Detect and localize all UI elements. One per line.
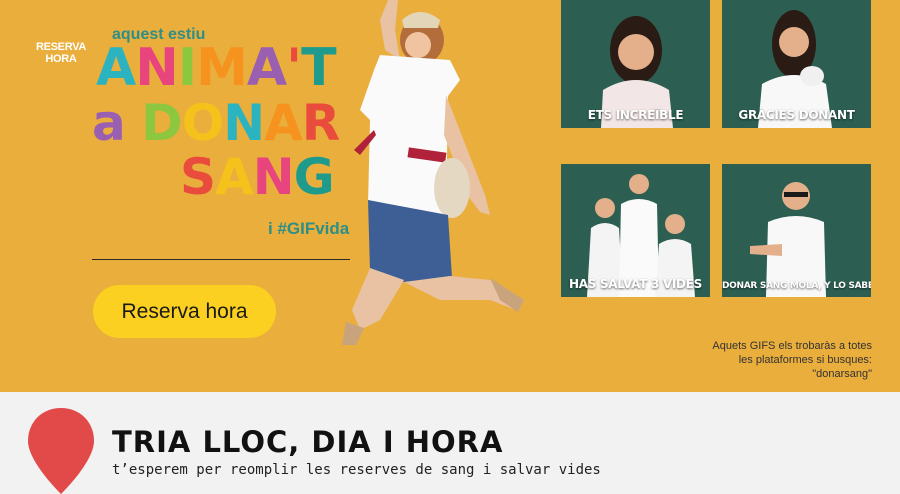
pin-label: RESERVA HORA xyxy=(35,41,87,65)
gif-tile[interactable]: ETS INCREÏBLE xyxy=(561,0,710,128)
jumping-person-image xyxy=(342,0,524,345)
booking-title: TRIA LLOC, DIA I HORA xyxy=(112,425,504,459)
gif-caption: HAS SALVAT 3 VIDES xyxy=(569,277,702,291)
headline-line-2: a DONAR xyxy=(92,94,340,152)
reserve-hour-button[interactable]: Reserva hora xyxy=(93,285,276,338)
gif-tile[interactable]: GRÀCIES DONANT xyxy=(722,0,871,128)
hero-banner: aquest estiu ANIMA'T a DONAR SANG i #GIF… xyxy=(0,0,900,392)
hero-hashtag: i #GIFvida xyxy=(268,219,350,238)
location-pin-icon[interactable] xyxy=(26,408,96,494)
gif-tile[interactable]: HAS SALVAT 3 VIDES xyxy=(561,164,710,297)
headline-line-1: ANIMA'T xyxy=(96,38,337,98)
booking-subtitle: t’esperem per reomplir les reserves de s… xyxy=(112,462,601,478)
gif-caption: DONAR SANG MOLA, Y LO SABES... xyxy=(722,281,871,291)
hero-headline: ANIMA'T a DONAR SANG xyxy=(92,38,340,206)
gif-caption: GRÀCIES DONANT xyxy=(738,108,855,122)
person-thumbnail-image xyxy=(750,182,826,297)
headline-line-3: SANG xyxy=(180,148,335,206)
gif-caption: ETS INCREÏBLE xyxy=(587,108,684,122)
gif-search-note: Aquets GIFS els trobaràs a totes les pla… xyxy=(712,340,872,380)
hero-divider xyxy=(92,259,350,260)
gif-tile[interactable]: DONAR SANG MOLA, Y LO SABES... xyxy=(722,164,871,297)
